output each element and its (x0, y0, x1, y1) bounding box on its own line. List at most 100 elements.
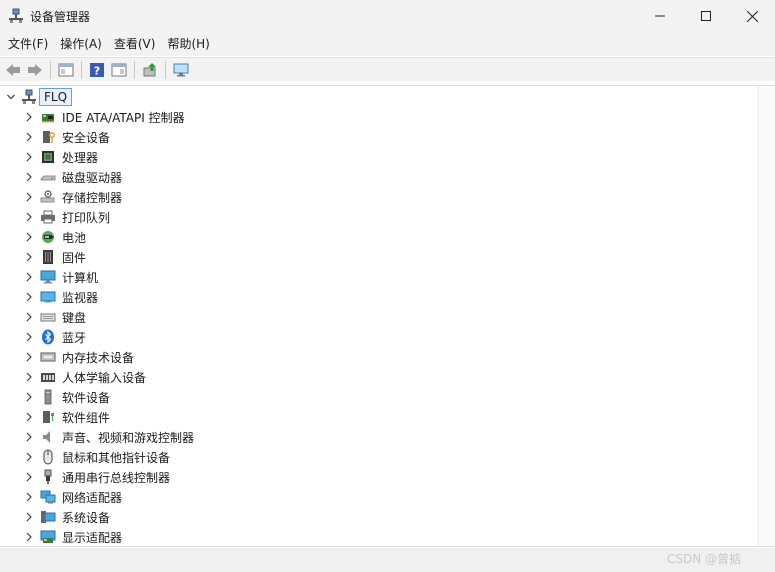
software-device-icon (40, 389, 56, 405)
chevron-right-icon[interactable] (24, 352, 34, 362)
device-category-node[interactable]: 蓝牙 (0, 327, 194, 347)
printer-icon (40, 209, 56, 225)
device-category-node[interactable]: 打印队列 (0, 207, 194, 227)
chevron-right-icon[interactable] (24, 152, 34, 162)
maximize-icon (701, 11, 711, 21)
device-category-node[interactable]: 内存技术设备 (0, 347, 194, 367)
chevron-right-icon[interactable] (24, 172, 34, 182)
chevron-right-icon[interactable] (24, 372, 34, 382)
tree-root-label[interactable]: FLQ (39, 88, 73, 106)
hid-icon (40, 369, 56, 385)
menu-help[interactable]: 帮助(H) (163, 32, 213, 56)
chevron-right-icon[interactable] (24, 312, 34, 322)
chevron-right-icon[interactable] (24, 292, 34, 302)
chevron-right-icon[interactable] (24, 472, 34, 482)
chevron-right-icon[interactable] (24, 512, 34, 522)
computer-icon (40, 269, 56, 285)
menu-action[interactable]: 操作(A) (56, 32, 106, 56)
device-category-label: 网络适配器 (62, 490, 123, 505)
mouse-icon (40, 449, 56, 465)
device-category-label: 通用串行总线控制器 (62, 470, 171, 485)
chevron-right-icon[interactable] (24, 332, 34, 342)
device-category-node[interactable]: 网络适配器 (0, 487, 194, 507)
device-category-node[interactable]: 通用串行总线控制器 (0, 467, 194, 487)
update-driver-button[interactable] (139, 59, 161, 81)
show-hide-tree-icon (111, 63, 127, 76)
device-category-node[interactable]: 计算机 (0, 267, 194, 287)
device-category-node[interactable]: 监视器 (0, 287, 194, 307)
back-button[interactable] (2, 59, 24, 81)
device-category-node[interactable]: 存储控制器 (0, 187, 194, 207)
forward-arrow-icon (28, 63, 42, 76)
menu-view[interactable]: 查看(V) (110, 32, 160, 56)
device-category-node[interactable]: 安全设备 (0, 127, 194, 147)
device-category-list: IDE ATA/ATAPI 控制器 安全设备 处理器 磁盘驱动器 存储控制器 打… (0, 107, 194, 547)
computer-network-icon (22, 89, 36, 104)
network-adapter-icon (40, 489, 56, 505)
chevron-right-icon[interactable] (24, 492, 34, 502)
chevron-right-icon[interactable] (24, 252, 34, 262)
monitor-icon (40, 289, 56, 305)
device-category-node[interactable]: 显示适配器 (0, 527, 194, 547)
device-category-label: 打印队列 (62, 210, 111, 225)
chevron-right-icon[interactable] (24, 532, 34, 542)
device-category-node[interactable]: 处理器 (0, 147, 194, 167)
toolbar: ? (0, 57, 775, 81)
vertical-scrollbar[interactable] (758, 86, 775, 546)
chevron-right-icon[interactable] (24, 232, 34, 242)
device-category-node[interactable]: IDE ATA/ATAPI 控制器 (0, 107, 194, 127)
toolbar-separator (165, 60, 166, 79)
device-category-label: 处理器 (62, 150, 99, 165)
device-category-node[interactable]: 磁盘驱动器 (0, 167, 194, 187)
chevron-right-icon[interactable] (24, 212, 34, 222)
device-category-node[interactable]: 键盘 (0, 307, 194, 327)
device-category-label: 显示适配器 (62, 530, 123, 545)
properties-pane-icon (58, 63, 74, 76)
device-category-node[interactable]: 声音、视频和游戏控制器 (0, 427, 194, 447)
device-category-label: 电池 (62, 230, 87, 245)
chevron-right-icon[interactable] (24, 192, 34, 202)
firmware-icon (40, 249, 56, 265)
forward-button[interactable] (24, 59, 46, 81)
chevron-right-icon[interactable] (24, 392, 34, 402)
chevron-right-icon[interactable] (24, 432, 34, 442)
svg-text:?: ? (94, 64, 100, 77)
chevron-right-icon[interactable] (24, 412, 34, 422)
chevron-right-icon[interactable] (24, 452, 34, 462)
device-category-label: 固件 (62, 250, 87, 265)
tree-root-node[interactable]: FLQ (0, 87, 73, 107)
device-category-label: 安全设备 (62, 130, 111, 145)
device-category-label: 人体学输入设备 (62, 370, 147, 385)
scan-hardware-button[interactable] (170, 59, 192, 81)
status-bar (0, 548, 775, 572)
close-button[interactable] (729, 0, 775, 32)
device-category-label: 内存技术设备 (62, 350, 135, 365)
minimize-icon (655, 15, 665, 17)
device-category-node[interactable]: 系统设备 (0, 507, 194, 527)
watermark: CSDN @曾掂 (666, 552, 741, 566)
device-category-node[interactable]: 固件 (0, 247, 194, 267)
device-category-node[interactable]: 鼠标和其他指针设备 (0, 447, 194, 467)
maximize-button[interactable] (683, 0, 729, 32)
security-device-icon (40, 129, 56, 145)
chevron-right-icon[interactable] (24, 132, 34, 142)
device-category-node[interactable]: 软件设备 (0, 387, 194, 407)
expanded-chevron-icon[interactable] (5, 92, 17, 102)
device-category-label: 磁盘驱动器 (62, 170, 123, 185)
system-device-icon (40, 509, 56, 525)
chevron-right-icon[interactable] (24, 272, 34, 282)
device-category-node[interactable]: 电池 (0, 227, 194, 247)
show-hide-tree-button[interactable] (108, 59, 130, 81)
device-category-node[interactable]: 软件组件 (0, 407, 194, 427)
device-category-node[interactable]: 人体学输入设备 (0, 367, 194, 387)
menu-file[interactable]: 文件(F) (4, 32, 52, 56)
help-button[interactable]: ? (86, 59, 108, 81)
properties-pane-button[interactable] (55, 59, 77, 81)
software-component-icon (40, 409, 56, 425)
device-tree[interactable]: FLQ IDE ATA/ATAPI 控制器 安全设备 处理器 磁盘驱动器 存储控… (0, 85, 775, 547)
minimize-button[interactable] (637, 0, 683, 32)
menu-bar: 文件(F) 操作(A) 查看(V) 帮助(H) (0, 32, 775, 56)
chevron-right-icon[interactable] (24, 112, 34, 122)
device-category-label: 软件组件 (62, 410, 111, 425)
device-manager-app-icon (9, 8, 23, 23)
